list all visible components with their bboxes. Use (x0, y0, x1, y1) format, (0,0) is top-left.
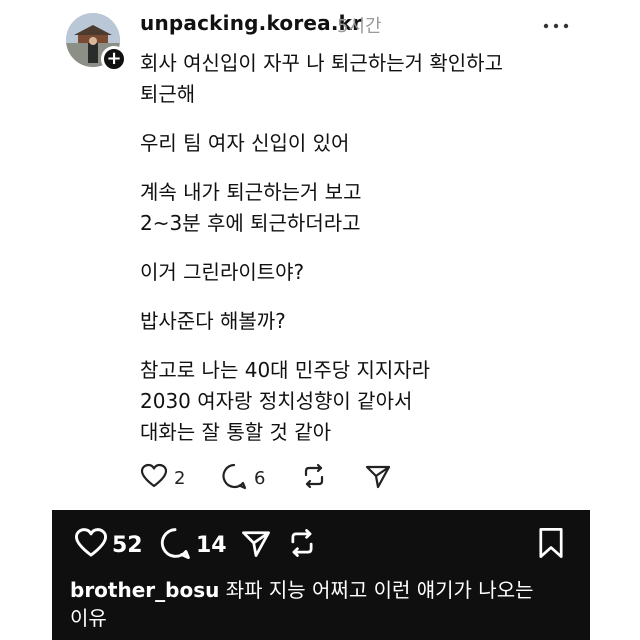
comment-button[interactable]: 14 (158, 525, 227, 565)
repost-icon (300, 462, 328, 494)
post-time: 5시간 (337, 16, 382, 37)
share-icon (240, 527, 272, 563)
comment-count: 6 (254, 467, 266, 489)
more-icon[interactable] (538, 14, 574, 38)
post-paragraph: 우리 팀 여자 신입이 있어 (140, 131, 350, 155)
like-count: 52 (112, 532, 143, 558)
repost-button[interactable] (300, 462, 328, 494)
post-paragraph: 계속 내가 퇴근하는거 보고 2~3분 후에 퇴근하더라고 (140, 180, 362, 235)
like-button[interactable]: 2 (140, 462, 185, 494)
comment-count: 14 (196, 532, 227, 558)
post-paragraph: 회사 여신입이 자꾸 나 퇴근하는거 확인하고 퇴근해 (140, 51, 503, 106)
comment-icon (158, 526, 192, 564)
share-icon (364, 462, 392, 494)
heart-icon (140, 462, 168, 494)
caption: brother_bosu 좌파 지능 어쩌고 이런 얘기가 나오는 이유 (70, 576, 570, 632)
threads-post: + unpacking.korea.kr 5시간 회사 여신입이 자꾸 나 퇴근… (0, 0, 640, 510)
caption-username[interactable]: brother_bosu (70, 578, 219, 602)
share-button[interactable] (240, 525, 272, 565)
like-button[interactable]: 52 (74, 525, 143, 565)
like-count: 2 (174, 467, 186, 489)
bookmark-button[interactable] (536, 525, 566, 565)
post-actions: 2 6 (140, 462, 440, 494)
post-body: 회사 여신입이 자꾸 나 퇴근하는거 확인하고 퇴근해 우리 팀 여자 신입이 … (140, 48, 600, 466)
post-paragraph: 이거 그린라이트야? (140, 260, 305, 284)
heart-icon (74, 526, 108, 564)
repost-icon (286, 527, 318, 563)
post-paragraph: 참고로 나는 40대 민주당 지지자라 2030 여자랑 정치성향이 같아서 대… (140, 358, 431, 444)
repost-button[interactable] (286, 525, 318, 565)
username[interactable]: unpacking.korea.kr (140, 11, 362, 35)
instagram-actions: 52 14 (52, 525, 590, 565)
comment-icon (220, 462, 248, 494)
post-paragraph: 밥사준다 해볼까? (140, 309, 286, 333)
follow-plus-icon[interactable]: + (101, 46, 127, 72)
instagram-action-bar: 52 14 brother_bosu 좌파 지능 어쩌고 이런 얘기가 나오는 … (52, 510, 590, 640)
comment-button[interactable]: 6 (220, 462, 265, 494)
bookmark-icon (536, 526, 566, 564)
share-button[interactable] (364, 462, 392, 494)
